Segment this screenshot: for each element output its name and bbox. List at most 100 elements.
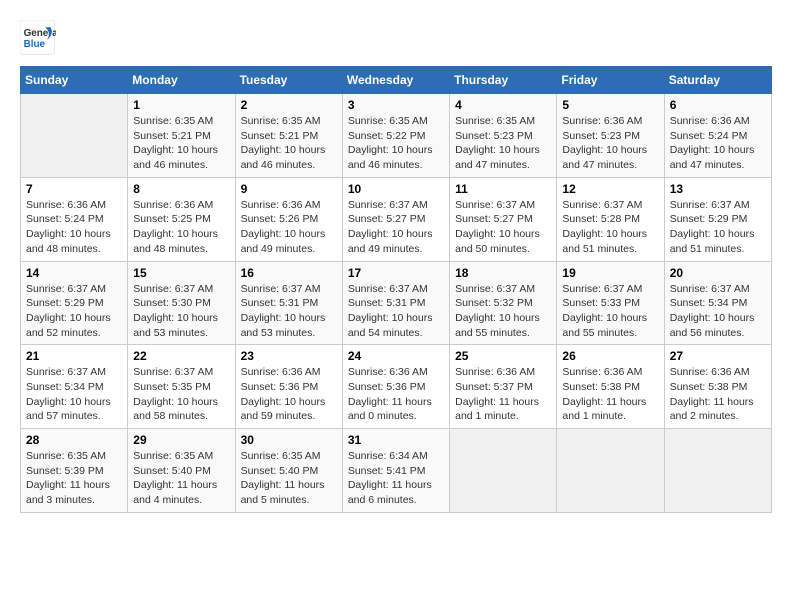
day-info: Sunrise: 6:35 AMSunset: 5:21 PMDaylight:… [133, 114, 229, 173]
day-number: 5 [562, 98, 658, 112]
day-number: 20 [670, 266, 766, 280]
day-info: Sunrise: 6:34 AMSunset: 5:41 PMDaylight:… [348, 449, 444, 508]
calendar-cell: 28 Sunrise: 6:35 AMSunset: 5:39 PMDayligh… [21, 429, 128, 513]
day-info: Sunrise: 6:35 AMSunset: 5:40 PMDaylight:… [241, 449, 337, 508]
calendar-cell: 11 Sunrise: 6:37 AMSunset: 5:27 PMDayligh… [450, 177, 557, 261]
day-header-thursday: Thursday [450, 67, 557, 94]
day-number: 13 [670, 182, 766, 196]
day-number: 14 [26, 266, 122, 280]
calendar-cell: 4 Sunrise: 6:35 AMSunset: 5:23 PMDaylight… [450, 94, 557, 178]
calendar-cell: 6Sunrise: 6:36 AMSunset: 5:24 PMDaylight… [664, 94, 771, 178]
calendar-cell: 15 Sunrise: 6:37 AMSunset: 5:30 PMDayligh… [128, 261, 235, 345]
day-number: 18 [455, 266, 551, 280]
day-number: 22 [133, 349, 229, 363]
logo-icon: General Blue [20, 20, 56, 56]
day-header-tuesday: Tuesday [235, 67, 342, 94]
calendar-cell: 12 Sunrise: 6:37 AMSunset: 5:28 PMDayligh… [557, 177, 664, 261]
day-number: 7 [26, 182, 122, 196]
day-info: Sunrise: 6:37 AMSunset: 5:30 PMDaylight:… [133, 282, 229, 341]
day-info: Sunrise: 6:37 AMSunset: 5:29 PMDaylight:… [26, 282, 122, 341]
day-number: 21 [26, 349, 122, 363]
day-info: Sunrise: 6:37 AMSunset: 5:32 PMDaylight:… [455, 282, 551, 341]
calendar-cell: 24Sunrise: 6:36 AMSunset: 5:36 PMDayligh… [342, 345, 449, 429]
calendar-cell: 18 Sunrise: 6:37 AMSunset: 5:32 PMDayligh… [450, 261, 557, 345]
day-info: Sunrise: 6:37 AMSunset: 5:33 PMDaylight:… [562, 282, 658, 341]
calendar-cell: 1 Sunrise: 6:35 AMSunset: 5:21 PMDaylight… [128, 94, 235, 178]
calendar-cell: 27 Sunrise: 6:36 AMSunset: 5:38 PMDayligh… [664, 345, 771, 429]
calendar-cell: 10Sunrise: 6:37 AMSunset: 5:27 PMDayligh… [342, 177, 449, 261]
day-info: Sunrise: 6:36 AMSunset: 5:36 PMDaylight:… [241, 365, 337, 424]
calendar-week-row: 1 Sunrise: 6:35 AMSunset: 5:21 PMDaylight… [21, 94, 772, 178]
calendar-cell: 14 Sunrise: 6:37 AMSunset: 5:29 PMDayligh… [21, 261, 128, 345]
day-header-wednesday: Wednesday [342, 67, 449, 94]
calendar-cell: 30 Sunrise: 6:35 AMSunset: 5:40 PMDayligh… [235, 429, 342, 513]
day-header-saturday: Saturday [664, 67, 771, 94]
calendar-cell: 3 Sunrise: 6:35 AMSunset: 5:22 PMDaylight… [342, 94, 449, 178]
day-info: Sunrise: 6:36 AMSunset: 5:24 PMDaylight:… [670, 114, 766, 173]
calendar-week-row: 21 Sunrise: 6:37 AMSunset: 5:34 PMDayligh… [21, 345, 772, 429]
day-number: 26 [562, 349, 658, 363]
calendar-cell: 29 Sunrise: 6:35 AMSunset: 5:40 PMDayligh… [128, 429, 235, 513]
day-number: 28 [26, 433, 122, 447]
day-info: Sunrise: 6:37 AMSunset: 5:31 PMDaylight:… [241, 282, 337, 341]
day-number: 31 [348, 433, 444, 447]
day-header-monday: Monday [128, 67, 235, 94]
calendar-cell: 21 Sunrise: 6:37 AMSunset: 5:34 PMDayligh… [21, 345, 128, 429]
calendar-cell: 5 Sunrise: 6:36 AMSunset: 5:23 PMDaylight… [557, 94, 664, 178]
day-number: 2 [241, 98, 337, 112]
day-number: 4 [455, 98, 551, 112]
day-info: Sunrise: 6:35 AMSunset: 5:40 PMDaylight:… [133, 449, 229, 508]
calendar-week-row: 14 Sunrise: 6:37 AMSunset: 5:29 PMDayligh… [21, 261, 772, 345]
calendar-cell: 16 Sunrise: 6:37 AMSunset: 5:31 PMDayligh… [235, 261, 342, 345]
day-info: Sunrise: 6:36 AMSunset: 5:26 PMDaylight:… [241, 198, 337, 257]
day-info: Sunrise: 6:37 AMSunset: 5:34 PMDaylight:… [670, 282, 766, 341]
day-number: 29 [133, 433, 229, 447]
day-number: 19 [562, 266, 658, 280]
day-number: 1 [133, 98, 229, 112]
day-info: Sunrise: 6:36 AMSunset: 5:38 PMDaylight:… [670, 365, 766, 424]
day-info: Sunrise: 6:37 AMSunset: 5:31 PMDaylight:… [348, 282, 444, 341]
day-number: 24 [348, 349, 444, 363]
day-number: 3 [348, 98, 444, 112]
calendar-cell: 7Sunrise: 6:36 AMSunset: 5:24 PMDaylight… [21, 177, 128, 261]
day-info: Sunrise: 6:35 AMSunset: 5:23 PMDaylight:… [455, 114, 551, 173]
calendar-cell: 26Sunrise: 6:36 AMSunset: 5:38 PMDayligh… [557, 345, 664, 429]
calendar-cell [664, 429, 771, 513]
calendar-cell: 20 Sunrise: 6:37 AMSunset: 5:34 PMDayligh… [664, 261, 771, 345]
calendar-cell: 31 Sunrise: 6:34 AMSunset: 5:41 PMDayligh… [342, 429, 449, 513]
day-number: 27 [670, 349, 766, 363]
day-number: 11 [455, 182, 551, 196]
calendar-cell [21, 94, 128, 178]
calendar-table: SundayMondayTuesdayWednesdayThursdayFrid… [20, 66, 772, 513]
day-number: 15 [133, 266, 229, 280]
day-number: 30 [241, 433, 337, 447]
day-info: Sunrise: 6:36 AMSunset: 5:25 PMDaylight:… [133, 198, 229, 257]
day-number: 25 [455, 349, 551, 363]
calendar-week-row: 28 Sunrise: 6:35 AMSunset: 5:39 PMDayligh… [21, 429, 772, 513]
day-number: 16 [241, 266, 337, 280]
calendar-cell: 19 Sunrise: 6:37 AMSunset: 5:33 PMDayligh… [557, 261, 664, 345]
day-info: Sunrise: 6:35 AMSunset: 5:22 PMDaylight:… [348, 114, 444, 173]
day-info: Sunrise: 6:36 AMSunset: 5:23 PMDaylight:… [562, 114, 658, 173]
day-info: Sunrise: 6:37 AMSunset: 5:29 PMDaylight:… [670, 198, 766, 257]
svg-text:Blue: Blue [24, 39, 46, 50]
day-info: Sunrise: 6:37 AMSunset: 5:34 PMDaylight:… [26, 365, 122, 424]
day-number: 12 [562, 182, 658, 196]
logo: General Blue [20, 20, 56, 56]
day-info: Sunrise: 6:35 AMSunset: 5:21 PMDaylight:… [241, 114, 337, 173]
page-header: General Blue [20, 20, 772, 56]
day-number: 8 [133, 182, 229, 196]
day-info: Sunrise: 6:37 AMSunset: 5:27 PMDaylight:… [455, 198, 551, 257]
calendar-cell: 8 Sunrise: 6:36 AMSunset: 5:25 PMDaylight… [128, 177, 235, 261]
day-info: Sunrise: 6:37 AMSunset: 5:35 PMDaylight:… [133, 365, 229, 424]
day-number: 17 [348, 266, 444, 280]
day-info: Sunrise: 6:37 AMSunset: 5:28 PMDaylight:… [562, 198, 658, 257]
day-header-friday: Friday [557, 67, 664, 94]
calendar-cell: 2 Sunrise: 6:35 AMSunset: 5:21 PMDaylight… [235, 94, 342, 178]
calendar-cell: 23Sunrise: 6:36 AMSunset: 5:36 PMDayligh… [235, 345, 342, 429]
calendar-week-row: 7Sunrise: 6:36 AMSunset: 5:24 PMDaylight… [21, 177, 772, 261]
day-number: 10 [348, 182, 444, 196]
day-info: Sunrise: 6:35 AMSunset: 5:39 PMDaylight:… [26, 449, 122, 508]
day-number: 9 [241, 182, 337, 196]
calendar-cell: 25Sunrise: 6:36 AMSunset: 5:37 PMDayligh… [450, 345, 557, 429]
